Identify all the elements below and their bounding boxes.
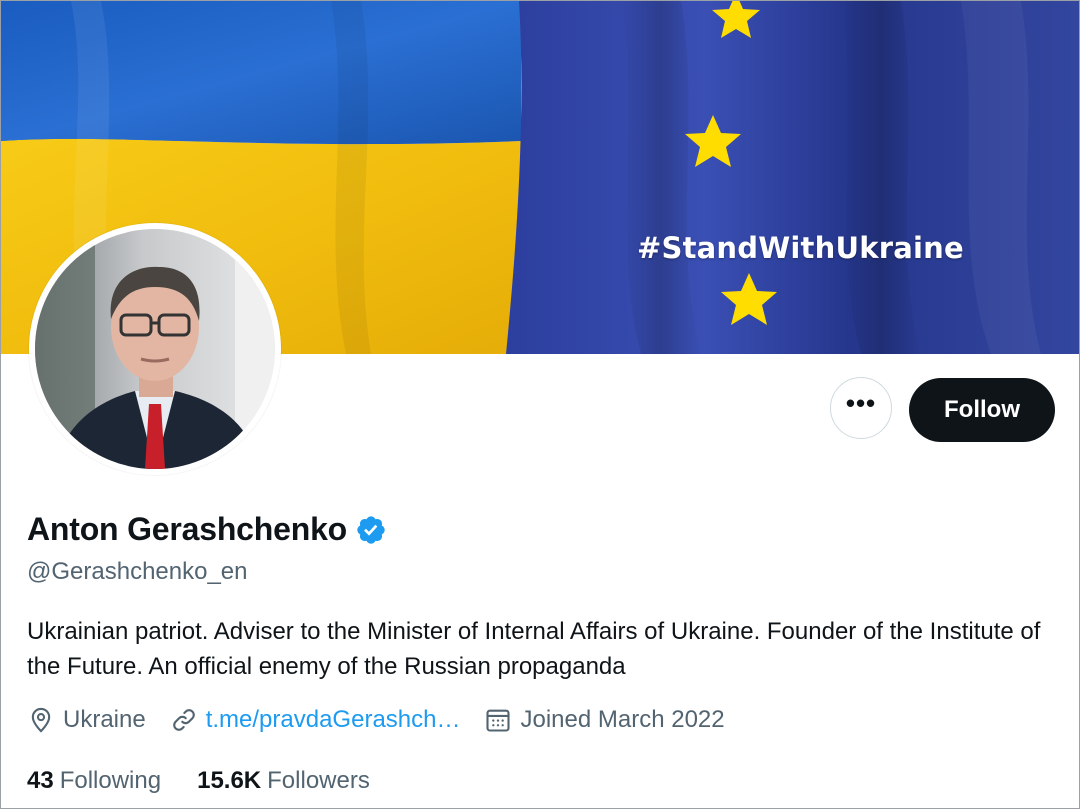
location-text: Ukraine xyxy=(63,706,146,733)
more-options-icon: ••• xyxy=(845,388,877,418)
website-link[interactable]: t.me/pravdaGerashch… xyxy=(206,706,461,734)
profile-name-row: Anton Gerashchenko xyxy=(27,511,387,548)
verified-badge-icon[interactable] xyxy=(355,514,387,546)
joined-date: Joined March 2022 xyxy=(520,706,725,733)
follow-button[interactable]: Follow xyxy=(909,378,1055,442)
followers-label: Followers xyxy=(267,767,370,794)
calendar-icon xyxy=(486,709,511,732)
website-item[interactable]: t.me/pravdaGerashch… xyxy=(170,706,461,734)
profile-page: #StandWithUkraine ••• Follow Anton Geras… xyxy=(0,0,1080,809)
location-pin-icon xyxy=(31,707,51,733)
display-name: Anton Gerashchenko xyxy=(27,511,348,547)
profile-avatar[interactable] xyxy=(29,223,281,475)
following-stat[interactable]: 43 Following xyxy=(27,767,161,795)
profile-bio: Ukrainian patriot. Adviser to the Minist… xyxy=(27,618,1041,680)
following-count: 43 xyxy=(27,767,54,794)
link-icon xyxy=(172,709,195,731)
location-item: Ukraine xyxy=(27,706,146,734)
profile-handle: @Gerashchenko_en xyxy=(27,558,248,585)
banner-hashtag-text: #StandWithUkraine xyxy=(637,231,964,265)
more-options-button[interactable]: ••• xyxy=(830,377,892,439)
profile-stats: 43 Following 15.6K Followers xyxy=(27,767,406,795)
following-label: Following xyxy=(59,767,162,794)
joined-item: Joined March 2022 xyxy=(484,706,725,734)
profile-meta-row: Ukraine t.me/pravdaGerashch… Joined Marc… xyxy=(27,706,749,734)
followers-count: 15.6K xyxy=(197,767,262,794)
followers-stat[interactable]: 15.6K Followers xyxy=(197,767,370,795)
avatar-photo xyxy=(35,229,275,469)
